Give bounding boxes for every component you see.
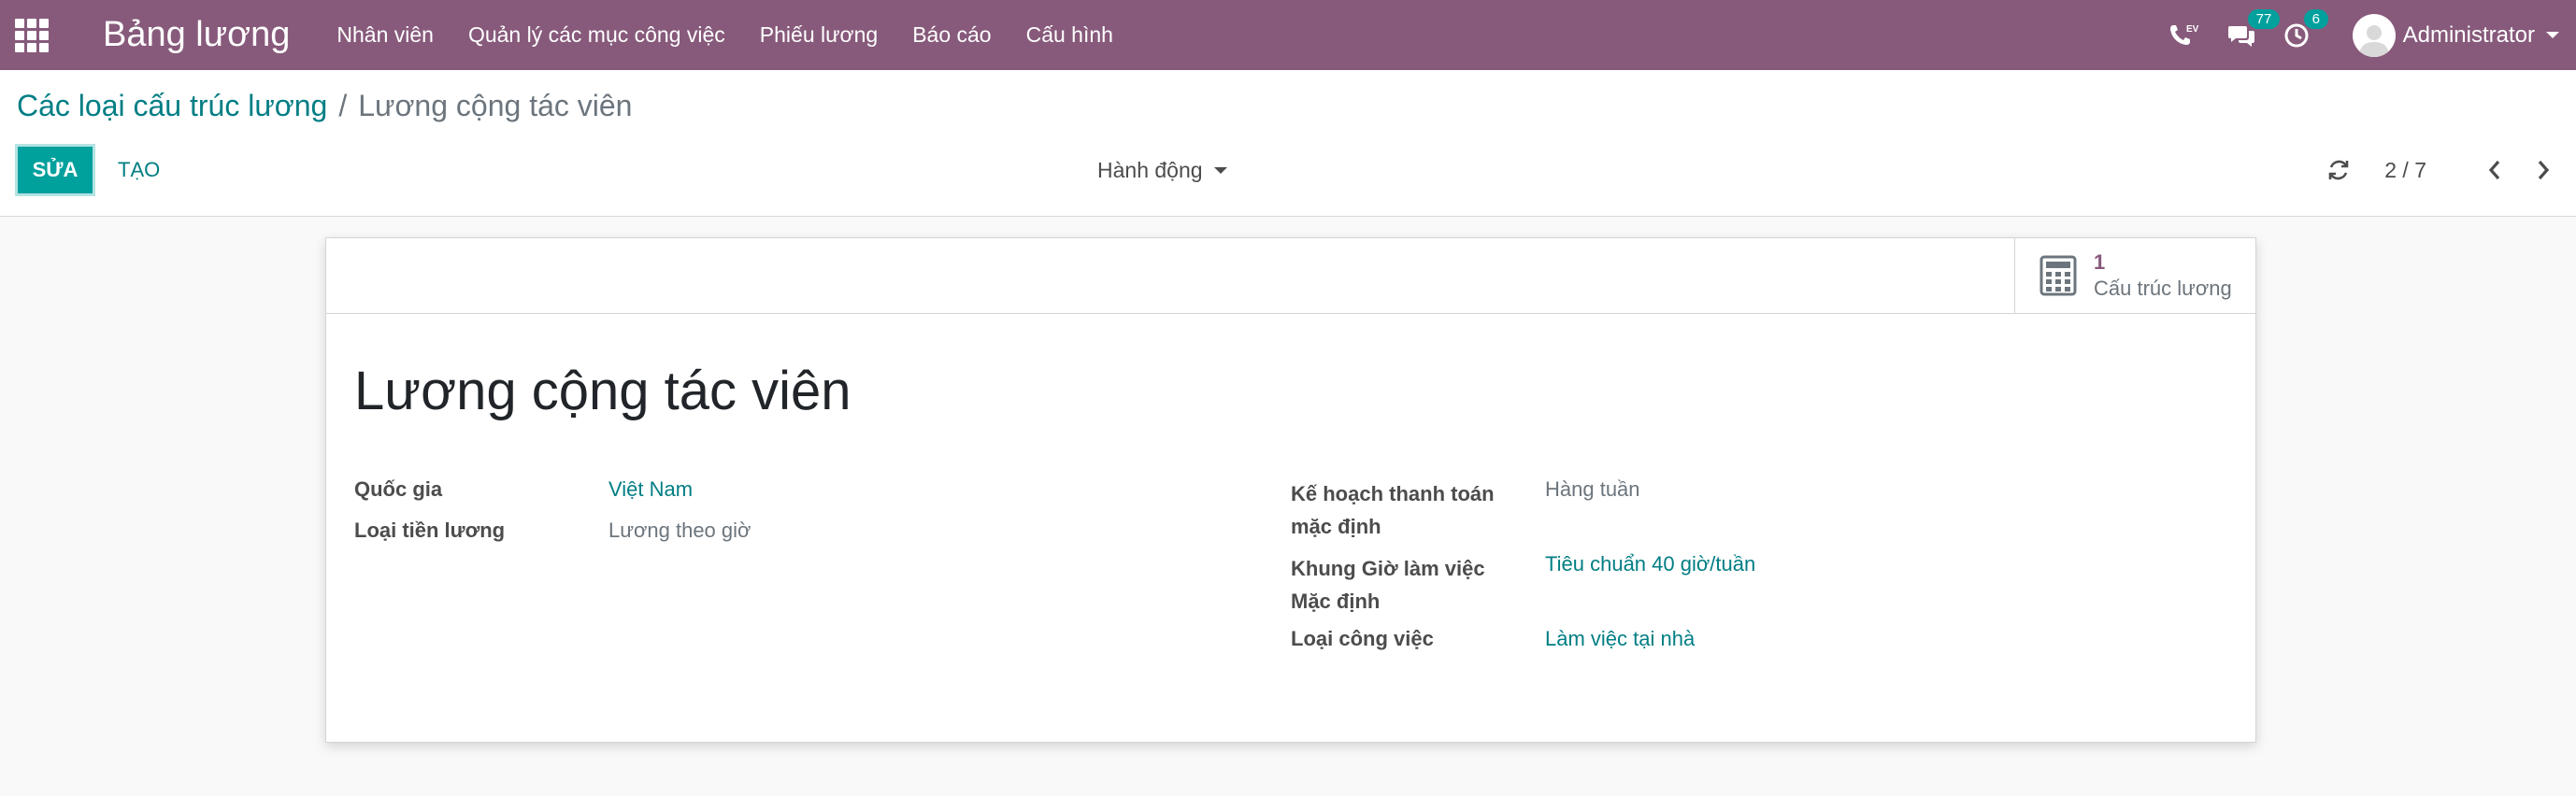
menu-item-reporting[interactable]: Báo cáo	[912, 22, 991, 48]
stat-button-value: 1	[2094, 250, 2106, 274]
record-title: Lương cộng tác viên	[354, 361, 852, 421]
breadcrumb-parent-link[interactable]: Các loại cấu trúc lương	[17, 89, 327, 122]
control-panel: Các loại cấu trúc lương / Lương cộng tác v…	[0, 70, 2576, 217]
field-value-schedule-pay: Hàng tuần	[1545, 477, 1640, 501]
field-row-working-hours: Khung Giờ làm việc Mặc định Tiêu chuẩn 4…	[1291, 552, 2179, 627]
phone-icon: EV	[2169, 24, 2199, 45]
messaging-tray-item[interactable]: 77	[2227, 8, 2281, 49]
avatar	[2352, 13, 2396, 57]
menu-item-payslips[interactable]: Phiếu lương	[760, 22, 878, 48]
top-menu: Nhân viên Quản lý các mục công việc Phiế…	[336, 22, 1148, 48]
field-label-work-entry-type: Loại công việc	[1291, 627, 1434, 650]
systray: EV 77 6 Administrator	[2168, 0, 2576, 70]
field-label-working-hours-line1: Khung Giờ làm việc	[1291, 557, 1485, 580]
menu-item-configuration[interactable]: Cấu hình	[1026, 22, 1113, 48]
phone-tray-item[interactable]: EV	[2168, 21, 2199, 50]
phone-badge: EV	[2186, 24, 2199, 35]
pager-previous-button[interactable]	[2481, 156, 2509, 184]
action-menu-toggle[interactable]: Hành động	[1097, 144, 1227, 196]
app-title[interactable]: Bảng lương	[103, 15, 290, 55]
field-row-work-entry-type: Loại công việc Làm việc tại nhà	[1291, 627, 2179, 668]
field-label-schedule-pay-line1: Kế hoạch thanh toán	[1291, 482, 1495, 505]
refresh-icon[interactable]	[2326, 158, 2351, 182]
button-box: 1 Cấu trúc lương	[326, 238, 2255, 314]
field-value-working-hours-link[interactable]: Tiêu chuẩn 40 giờ/tuần	[1545, 552, 1755, 627]
field-value-wage-type: Lương theo giờ	[608, 519, 751, 542]
field-label-country: Quốc gia	[354, 477, 443, 501]
breadcrumb-separator: /	[338, 89, 348, 122]
form-sheet: 1 Cấu trúc lương Lương cộng tác viên Quố…	[325, 237, 2256, 743]
salary-structures-stat-button[interactable]: 1 Cấu trúc lương	[2014, 238, 2255, 313]
field-row-wage-type: Loại tiền lương Lương theo giờ	[354, 519, 1195, 560]
create-button[interactable]: TẠO	[118, 144, 160, 196]
caret-down-icon	[1213, 166, 1227, 174]
menu-item-work-entries[interactable]: Quản lý các mục công việc	[468, 22, 725, 48]
stat-button-text: 1 Cấu trúc lương	[2094, 249, 2232, 302]
pager-value[interactable]: 2 / 7	[2384, 158, 2426, 183]
user-menu[interactable]: Administrator	[2352, 13, 2559, 57]
user-silhouette-icon	[2358, 24, 2389, 57]
field-label-working-hours-line2: Mặc định	[1291, 590, 1381, 613]
chevron-left-icon	[2488, 160, 2500, 180]
action-menu-label: Hành động	[1097, 157, 1203, 182]
field-label-wage-type: Loại tiền lương	[354, 519, 506, 542]
right-field-group: Kế hoạch thanh toán mặc định Hàng tuần K…	[1291, 477, 2179, 668]
edit-button[interactable]: SỬA	[15, 144, 95, 196]
activities-count-badge: 6	[2303, 8, 2328, 29]
pager-next-button[interactable]	[2529, 156, 2557, 184]
field-value-country-link[interactable]: Việt Nam	[608, 477, 693, 519]
field-label-schedule-pay-line2: mặc định	[1291, 515, 1381, 538]
apps-grid-icon[interactable]	[15, 18, 49, 52]
menu-item-employees[interactable]: Nhân viên	[336, 22, 434, 48]
stat-button-label: Cấu trúc lương	[2094, 277, 2232, 300]
left-field-group: Quốc gia Việt Nam Loại tiền lương Lương …	[354, 477, 1195, 560]
user-name: Administrator	[2402, 21, 2535, 48]
messages-count-badge: 77	[2247, 8, 2281, 29]
field-row-country: Quốc gia Việt Nam	[354, 477, 1195, 519]
main-navbar: Bảng lương Nhân viên Quản lý các mục côn…	[0, 0, 2576, 70]
clock-icon	[2284, 23, 2309, 47]
field-row-schedule-pay: Kế hoạch thanh toán mặc định Hàng tuần	[1291, 477, 2179, 552]
field-label-schedule-pay: Kế hoạch thanh toán mặc định	[1291, 477, 1545, 552]
breadcrumb: Các loại cấu trúc lương / Lương cộng tác v…	[17, 89, 632, 123]
field-value-work-entry-type-link[interactable]: Làm việc tại nhà	[1545, 627, 1695, 668]
activities-tray-item[interactable]: 6	[2283, 8, 2328, 49]
breadcrumb-current: Lương cộng tác viên	[358, 89, 633, 122]
calculator-icon	[2039, 255, 2077, 296]
pager: 2 / 7	[2326, 144, 2557, 196]
field-label-working-hours: Khung Giờ làm việc Mặc định	[1291, 552, 1545, 627]
chevron-right-icon	[2538, 160, 2550, 180]
caret-down-icon	[2546, 32, 2559, 38]
